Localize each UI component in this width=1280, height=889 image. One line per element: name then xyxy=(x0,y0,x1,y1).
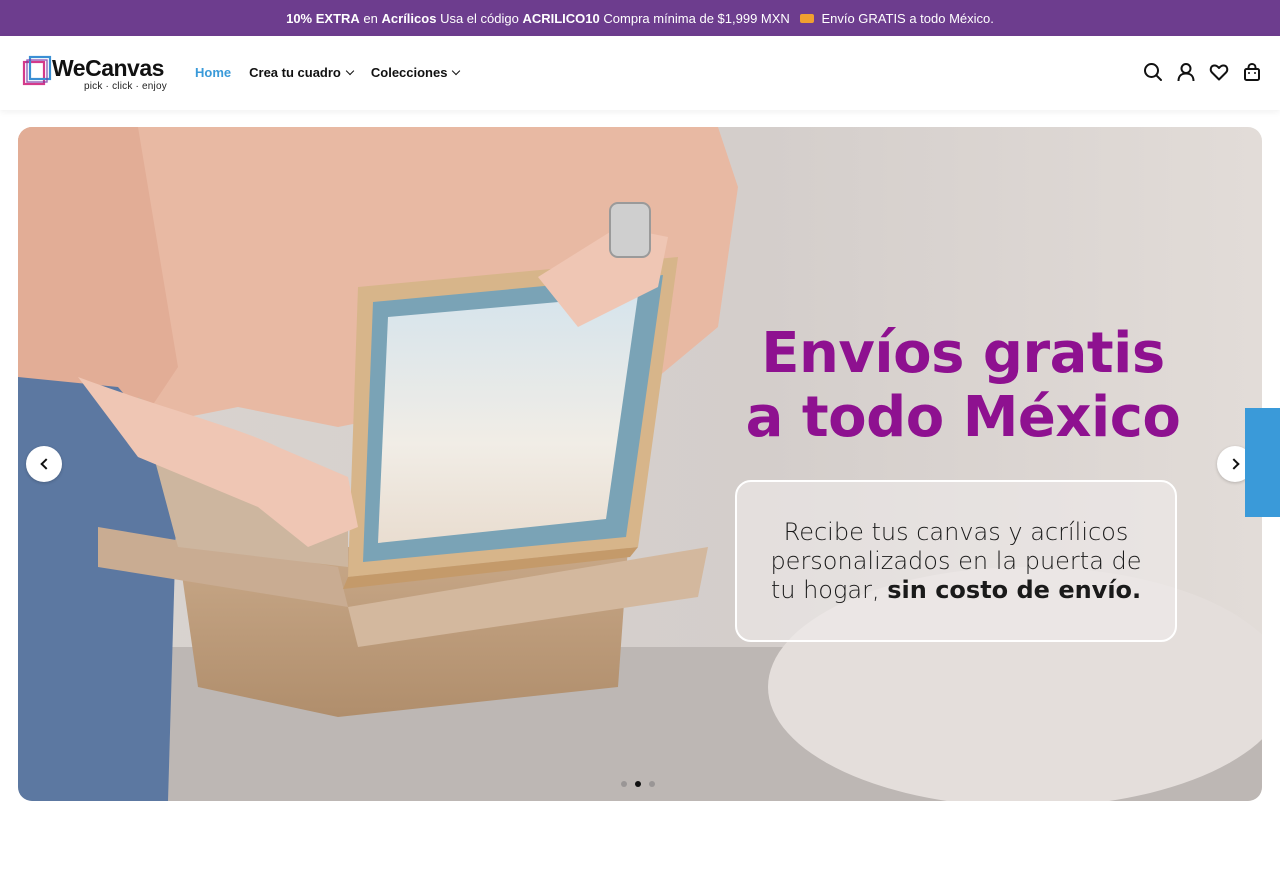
promo-offer: 10% EXTRA en Acrílicos Usa el código ACR… xyxy=(286,11,790,26)
hero-description-bold: sin costo de envío. xyxy=(887,575,1142,604)
hero-title-line2: a todo México xyxy=(745,385,1181,450)
wishlist-icon xyxy=(1209,64,1229,81)
site-logo[interactable]: WeCanvas pick · click · enjoy xyxy=(22,51,167,95)
slider-prev-button[interactable] xyxy=(26,446,62,482)
nav-home-label: Home xyxy=(195,65,232,80)
chevron-right-icon xyxy=(1227,458,1240,470)
site-header: WeCanvas pick · click · enjoy Home Crea … xyxy=(0,36,1280,110)
hero-image xyxy=(18,127,1262,801)
nav-colecciones[interactable]: Colecciones xyxy=(370,65,461,80)
truck-icon xyxy=(799,13,814,23)
wishlist-button[interactable] xyxy=(1209,61,1229,83)
promo-shipping: Envío GRATIS a todo México. xyxy=(799,10,994,26)
main-nav: Home Crea tu cuadro Colecciones xyxy=(195,65,461,80)
hero-title-line1: Envíos gratis xyxy=(761,321,1165,386)
promo-minimum: Compra mínima de $1,999 MXN xyxy=(603,10,790,26)
chevron-down-icon xyxy=(345,66,355,76)
promo-code-label: Usa el código xyxy=(440,10,519,26)
nav-home[interactable]: Home xyxy=(195,65,231,80)
promo-code: ACRILICO10 xyxy=(522,10,600,26)
slider-dot[interactable] xyxy=(621,781,627,787)
hero-description-box: Recibe tus canvas y acrílicos personaliz… xyxy=(735,480,1177,642)
hero-description: Recibe tus canvas y acrílicos personaliz… xyxy=(767,518,1145,605)
slider-dot[interactable] xyxy=(649,781,655,787)
logo-mark-icon xyxy=(22,55,52,86)
promo-offer-product: Acrílicos xyxy=(381,10,437,26)
hero-title: Envíos gratis a todo México xyxy=(728,322,1198,450)
logo-wordmark: WeCanvas xyxy=(52,55,164,81)
cart-button[interactable] xyxy=(1242,61,1262,83)
slider-dot-active[interactable] xyxy=(635,781,641,787)
slider-pagination xyxy=(621,781,655,787)
chevron-left-icon xyxy=(39,458,52,470)
search-icon xyxy=(1144,63,1162,81)
side-feedback-tab[interactable] xyxy=(1245,408,1280,517)
account-button[interactable] xyxy=(1176,61,1196,83)
nav-crea-tu-cuadro[interactable]: Crea tu cuadro xyxy=(249,65,355,80)
account-icon xyxy=(1177,63,1195,82)
promo-shipping-text: Envío GRATIS a todo México. xyxy=(821,10,994,26)
chevron-down-icon xyxy=(452,66,461,76)
search-button[interactable] xyxy=(1143,61,1163,83)
promo-offer-bold: 10% EXTRA xyxy=(286,10,360,26)
hero-slider[interactable]: Envíos gratis a todo México Recibe tus c… xyxy=(18,127,1262,801)
cart-icon xyxy=(1244,62,1260,81)
header-actions xyxy=(1143,61,1262,83)
nav-colecciones-label: Colecciones xyxy=(370,65,448,80)
nav-crea-label: Crea tu cuadro xyxy=(249,65,341,80)
logo-tagline: pick · click · enjoy xyxy=(84,81,167,92)
promo-bar: 10% EXTRA en Acrílicos Usa el código ACR… xyxy=(0,0,1280,36)
promo-offer-text: en xyxy=(363,10,378,26)
